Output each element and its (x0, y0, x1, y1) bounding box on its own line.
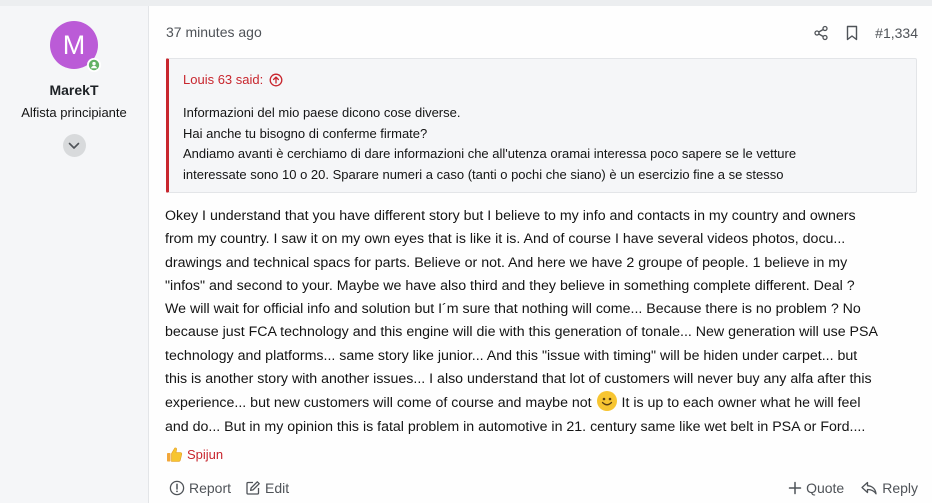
body-text-segment: experience... but new customers will com… (165, 395, 592, 412)
post-actions-right: Quote Reply (788, 480, 918, 496)
thumbs-up-icon (167, 447, 183, 462)
username[interactable]: MarekT (49, 82, 98, 98)
body-text-segment: It is up to each owner what he will feel (617, 395, 861, 412)
quote-line: Andiamo avanti è cerchiamo di dare infor… (183, 146, 797, 162)
body-line: We will wait for official info and solut… (165, 301, 861, 318)
smile-emoji-icon (596, 391, 617, 412)
post-body: Okey I understand that you have differen… (165, 205, 917, 439)
reaction-summary[interactable]: Spijun (166, 446, 223, 463)
body-line: drawings and technical spacs for parts. … (165, 254, 848, 271)
expand-user-info-button[interactable] (62, 134, 86, 157)
reply-button[interactable]: Reply (860, 480, 918, 496)
post-number-link[interactable]: #1,334 (875, 25, 918, 41)
reaction-user-link[interactable]: Spijun (187, 447, 223, 462)
quote-header[interactable]: Louis 63 said: (183, 72, 283, 87)
quote-content: Informazioni del mio paese dicono cose d… (183, 103, 796, 185)
plus-icon (788, 481, 802, 495)
arrow-up-circle-icon[interactable] (269, 73, 283, 87)
reply-label: Reply (882, 480, 918, 496)
report-icon (169, 480, 185, 496)
reply-icon (861, 481, 877, 495)
quote-line: interessate sono 10 o 20. Sparare numeri… (183, 166, 784, 182)
post-timestamp[interactable]: 37 minutes ago (166, 24, 262, 40)
body-line: and do... But in my opinion this is fata… (165, 418, 866, 435)
post-actions-left: Report Edit (169, 480, 289, 496)
online-status-icon (87, 58, 101, 72)
report-button[interactable]: Report (169, 480, 231, 496)
body-line: Okey I understand that you have differen… (165, 208, 856, 224)
bookmark-icon[interactable] (845, 25, 859, 41)
post-main: 37 minutes ago #1,334 Louis 63 said: Inf… (149, 6, 932, 503)
user-sidebar: M MarekT Alfista principiante (0, 6, 149, 503)
quote-block: Louis 63 said: Informazioni del mio paes… (166, 58, 917, 193)
edit-icon (246, 481, 260, 495)
quote-author[interactable]: Louis 63 said: (183, 72, 263, 87)
user-title: Alfista principiante (21, 105, 127, 120)
edit-button[interactable]: Edit (245, 480, 289, 496)
edit-label: Edit (265, 480, 290, 496)
body-line: this is another story with another issue… (165, 371, 872, 388)
post-tools: #1,334 (813, 25, 918, 41)
quote-button[interactable]: Quote (788, 480, 844, 496)
quote-line: Informazioni del mio paese dicono cose d… (183, 105, 461, 120)
body-line: technology and platforms... same story l… (165, 347, 858, 364)
body-line: "infos" and second to your. Maybe we hav… (165, 277, 855, 294)
body-line: because just FCA technology and this eng… (165, 324, 878, 341)
forum-post: M MarekT Alfista principiante 37 minutes… (0, 6, 932, 503)
avatar-letter: M (62, 29, 86, 60)
avatar[interactable]: M (50, 21, 101, 72)
share-icon[interactable] (813, 25, 829, 41)
quote-line: Hai anche tu bisogno di conferme firmate… (183, 125, 428, 141)
body-line: experience... but new customers will com… (165, 391, 917, 415)
report-label: Report (189, 480, 232, 496)
body-line: from my country. I saw it on my own eyes… (165, 231, 846, 248)
quote-label: Quote (806, 480, 845, 496)
chevron-down-icon (68, 142, 80, 149)
